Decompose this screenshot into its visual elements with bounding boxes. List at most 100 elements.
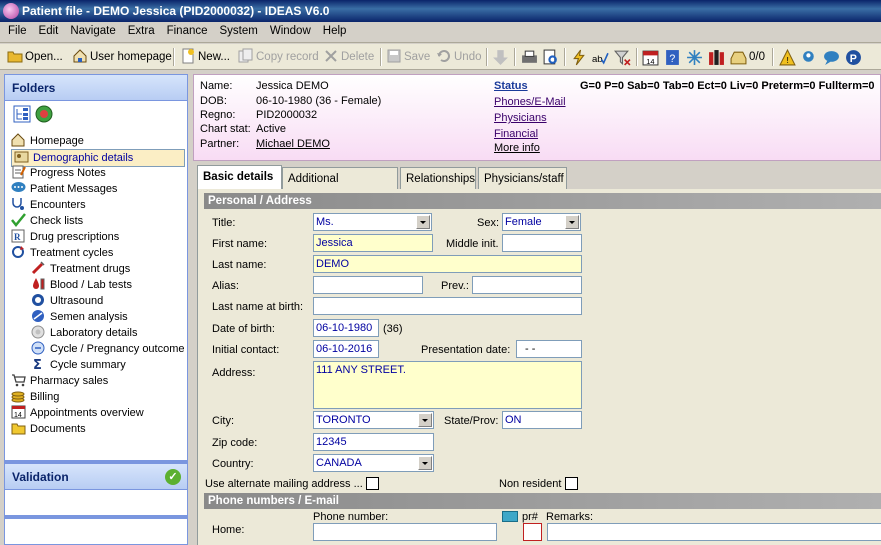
lab-icon (31, 325, 45, 339)
email-icon[interactable] (502, 511, 518, 522)
parking-icon[interactable]: P (845, 49, 862, 66)
folder-item-check-lists[interactable]: Check lists (11, 213, 83, 229)
home-phone-field[interactable] (313, 523, 497, 541)
last-name-at-birth-field[interactable] (313, 297, 582, 315)
folders-panel: Folders Homepage Demographic details Pro… (4, 74, 188, 545)
status-link[interactable]: Status (494, 80, 528, 92)
first-name-field[interactable]: Jessica (313, 234, 433, 252)
inbox-icon[interactable] (730, 49, 747, 66)
presentation-date-field[interactable]: - - (516, 340, 582, 358)
folder-item-treatment-drugs[interactable]: Treatment drugs (31, 261, 130, 277)
copy-record-button[interactable]: Copy record (238, 47, 319, 67)
folder-item-cycle-pregnancy-outcome[interactable]: Cycle / Pregnancy outcome (31, 341, 185, 357)
prev-field[interactable] (472, 276, 582, 294)
regno-label: Regno: (200, 109, 236, 121)
physicians-link[interactable]: Physicians (494, 112, 547, 124)
checkmark-icon (11, 213, 26, 227)
state-prov-field[interactable]: ON (502, 411, 582, 429)
books-icon[interactable] (708, 49, 725, 66)
menu-file[interactable]: File (0, 22, 33, 37)
menu-edit[interactable]: Edit (33, 22, 65, 37)
alternate-mailing-checkbox[interactable] (366, 477, 379, 490)
folder-item-laboratory-details[interactable]: Laboratory details (31, 325, 137, 341)
tab-basic-details[interactable]: Basic details (197, 165, 282, 189)
tab-physicians-staff[interactable]: Physicians/staff (478, 167, 567, 189)
filter-clear-icon[interactable] (614, 49, 631, 66)
alias-field[interactable] (313, 276, 423, 294)
new-button[interactable]: New... (180, 47, 230, 67)
tab-additional-information[interactable]: Additional information (282, 167, 398, 207)
menu-system[interactable]: System (214, 22, 264, 37)
address-field[interactable]: 111 ANY STREET. (313, 361, 582, 409)
folder-item-blood-lab-tests[interactable]: Blood / Lab tests (31, 277, 132, 293)
menu-bar: File Edit Navigate Extra Finance System Window… (0, 22, 881, 43)
last-name-field[interactable]: DEMO (313, 255, 582, 273)
initial-contact-field[interactable]: 06-10-2016 (313, 340, 379, 358)
folder-item-homepage[interactable]: Homepage (11, 133, 84, 149)
middle-init-field[interactable] (502, 234, 582, 252)
folder-item-drug-prescriptions[interactable]: R Drug prescriptions (11, 229, 119, 245)
menu-navigate[interactable]: Navigate (64, 22, 121, 37)
home-remarks-field[interactable] (547, 523, 881, 541)
phones-email-link[interactable]: Phones/E-Mail (494, 96, 566, 108)
calendar-icon[interactable]: 14 (642, 49, 659, 66)
print-icon[interactable] (521, 49, 538, 66)
chevron-down-icon (565, 215, 579, 229)
sex-select[interactable]: Female (502, 213, 581, 231)
more-info-link[interactable]: More info (494, 142, 540, 154)
lightning-icon[interactable] (571, 49, 588, 66)
folder-item-billing[interactable]: Billing (11, 389, 59, 405)
folder-item-ultrasound[interactable]: Ultrasound (31, 293, 103, 309)
user-search-icon[interactable] (801, 49, 818, 66)
favorites-icon[interactable] (35, 105, 53, 123)
folder-item-patient-messages[interactable]: Patient Messages (11, 181, 117, 197)
menu-finance[interactable]: Finance (161, 22, 214, 37)
id-card-icon (14, 151, 29, 163)
folder-item-semen-analysis[interactable]: Semen analysis (31, 309, 128, 325)
folder-item-cycle-summary[interactable]: Σ Cycle summary (31, 357, 126, 373)
folder-item-treatment-cycles[interactable]: Treatment cycles (11, 245, 113, 261)
tree-view-icon[interactable] (13, 105, 31, 123)
open-button[interactable]: Open... (7, 47, 63, 67)
folder-item-progress-notes[interactable]: Progress Notes (11, 165, 106, 181)
menu-extra[interactable]: Extra (122, 22, 161, 37)
presentation-date-label: Presentation date: (421, 344, 511, 356)
title-select[interactable]: Ms. (313, 213, 432, 231)
save-button[interactable]: Save (386, 47, 430, 67)
tab-relationships[interactable]: Relationships (400, 167, 476, 189)
undo-button[interactable]: Undo (436, 47, 482, 67)
snowflake-icon[interactable] (686, 49, 703, 66)
date-of-birth-field[interactable]: 06-10-1980 (313, 319, 379, 337)
print-preview-icon[interactable] (542, 49, 559, 66)
zip-code-field[interactable]: 12345 (313, 433, 434, 451)
validation-ok-icon[interactable]: ✓ (165, 469, 181, 485)
non-resident-checkbox[interactable] (565, 477, 578, 490)
country-select[interactable]: CANADA (313, 454, 434, 472)
prescription-icon: R (11, 229, 25, 243)
non-resident-label: Non resident (499, 478, 562, 490)
warning-icon[interactable]: ! (779, 49, 796, 66)
menu-help[interactable]: Help (317, 22, 353, 37)
validation-header: Validation ✓ (5, 464, 187, 490)
svg-text:14: 14 (14, 412, 22, 419)
chat-icon[interactable] (823, 49, 840, 66)
arrow-down-icon[interactable] (492, 49, 509, 66)
menu-window[interactable]: Window (264, 22, 317, 37)
user-homepage-button[interactable]: User homepage (72, 47, 172, 67)
help-book-icon[interactable]: ? (664, 49, 681, 66)
folder-item-encounters[interactable]: Encounters (11, 197, 86, 213)
folder-item-appointments-overview[interactable]: 14 Appointments overview (11, 405, 144, 421)
spellcheck-icon[interactable]: ab (592, 49, 609, 66)
folder-item-documents[interactable]: Documents (11, 421, 86, 437)
basic-details-form: Personal / Address Title: Ms. Sex: Femal… (197, 189, 881, 545)
outcome-icon (31, 341, 45, 355)
state-prov-label: State/Prov: (444, 415, 499, 427)
toolbar: Open... User homepage New... Copy record… (0, 44, 881, 70)
delete-button[interactable]: Delete (323, 47, 374, 67)
title-bar: Patient file - DEMO Jessica (PID2000032)… (0, 0, 881, 22)
folder-item-pharmacy-sales[interactable]: Pharmacy sales (11, 373, 108, 389)
home-pr-field[interactable] (523, 523, 542, 541)
financial-link[interactable]: Financial (494, 128, 538, 140)
city-select[interactable]: TORONTO (313, 411, 434, 429)
partner-link[interactable]: Michael DEMO (256, 138, 330, 150)
